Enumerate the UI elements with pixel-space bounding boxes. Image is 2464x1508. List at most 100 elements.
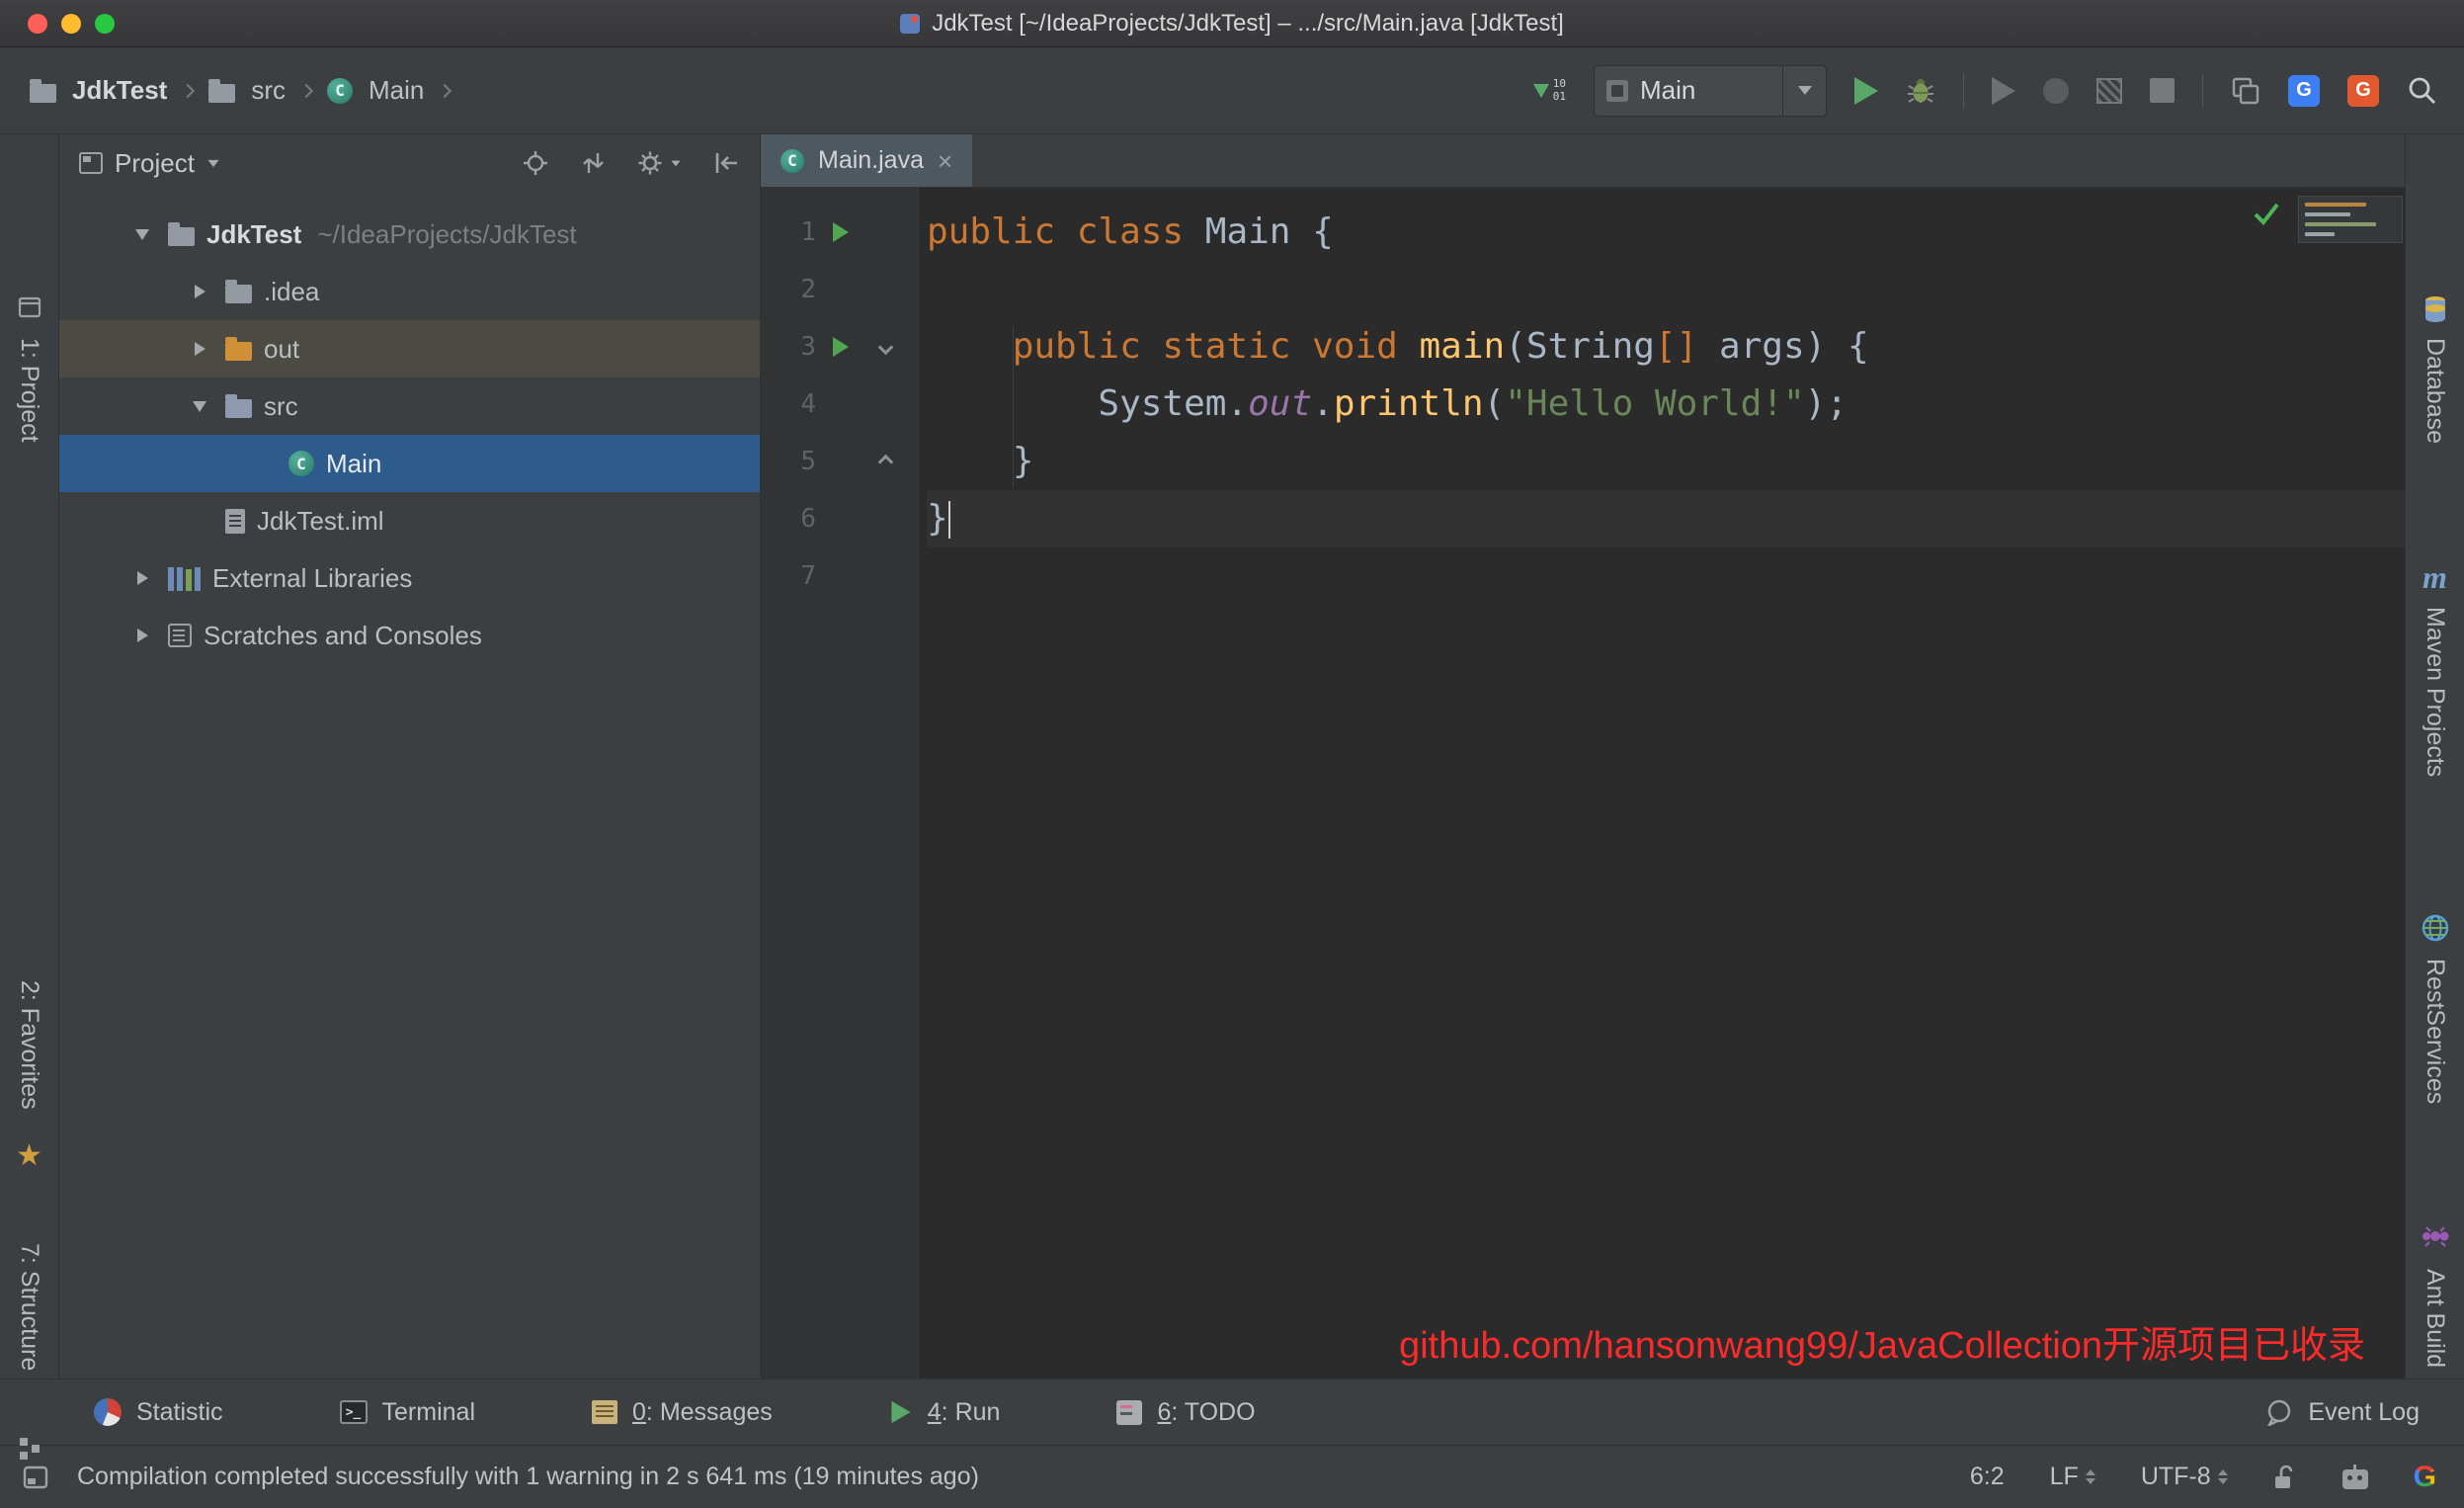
main-area: 1: Project 2: Favorites 7: Structure Pro… [0, 134, 2464, 1379]
settings-gear-icon[interactable] [636, 149, 664, 177]
statistic-plugin-icon[interactable] [1533, 78, 1566, 102]
star-icon [16, 1138, 42, 1173]
toolwindow-button-restservices[interactable]: RestServices [2421, 959, 2449, 1104]
run-configuration-select[interactable]: Main [1594, 65, 1827, 117]
code-editor[interactable]: public class Main { public static void m… [919, 188, 2405, 1379]
todo-icon [1116, 1400, 1142, 1425]
debug-icon[interactable] [1906, 76, 1935, 106]
google-translate-status-icon[interactable] [2414, 1461, 2436, 1494]
updown-icon [2218, 1469, 2228, 1484]
code-line[interactable]: System.out.println("Hello World!"); [927, 376, 2405, 433]
chevron-right-icon[interactable] [137, 628, 148, 642]
run-config-dropdown[interactable] [1782, 66, 1826, 116]
line-separator-widget[interactable]: LF [2050, 1463, 2095, 1491]
code-line[interactable]: } [927, 433, 2405, 490]
translate-plugin-icon[interactable] [2288, 75, 2320, 107]
watermark-text: github.com/hansonwang99/JavaCollection开源… [1399, 1314, 2365, 1369]
tree-item-external-libraries[interactable]: External Libraries [59, 549, 760, 607]
line-number: 5 [761, 447, 816, 476]
profiler-button[interactable] [2043, 78, 2069, 104]
editor-gutter: 1 2 3 4 5 6 7 [761, 188, 919, 1379]
toolwindow-button-database[interactable]: Database [2421, 338, 2449, 444]
toolwindow-button-structure[interactable]: 7: Structure [15, 1243, 43, 1371]
toolwindow-toggle-icon[interactable] [22, 1464, 49, 1491]
editor-area: Main.java × 1 2 3 4 5 6 7 public class M… [761, 134, 2405, 1379]
code-minimap[interactable] [2298, 196, 2403, 243]
messages-icon [592, 1400, 617, 1424]
unlock-icon[interactable] [2273, 1464, 2297, 1491]
code-line[interactable] [927, 547, 2405, 605]
hide-panel-icon[interactable] [712, 149, 740, 177]
editor-tab-main-java[interactable]: Main.java × [761, 134, 972, 187]
coverage-button[interactable] [2096, 78, 2122, 104]
tree-item-scratches[interactable]: Scratches and Consoles [59, 607, 760, 664]
fold-marker-icon[interactable] [877, 339, 893, 355]
toolwindow-button-project[interactable]: 1: Project [15, 338, 43, 443]
code-line[interactable]: public class Main { [927, 204, 2405, 261]
toolwindow-button-todo[interactable]: 6: TODO [1116, 1398, 1255, 1427]
project-toolwindow-icon [17, 294, 42, 320]
maven-icon [2423, 559, 2447, 596]
scratches-icon [168, 624, 192, 647]
fold-marker-icon[interactable] [877, 454, 893, 469]
tree-item-main-class[interactable]: Main [59, 435, 760, 492]
expand-collapse-icon[interactable] [579, 149, 607, 177]
code-line[interactable]: public static void main(String[] args) { [927, 318, 2405, 376]
breadcrumb-project[interactable]: JdkTest [72, 75, 167, 106]
toolwindow-button-run[interactable]: 4: Run [889, 1398, 1001, 1427]
zoom-window-button[interactable] [95, 14, 115, 34]
run-disabled-button[interactable] [1992, 77, 2015, 105]
toolwindow-button-maven[interactable]: Maven Projects [2421, 607, 2449, 777]
tree-item-iml-file[interactable]: JdkTest.iml [59, 492, 760, 549]
run-line-marker-icon[interactable] [833, 222, 849, 242]
run-button[interactable] [1854, 77, 1878, 105]
line-number: 7 [761, 561, 816, 591]
restore-layout-icon[interactable] [2231, 76, 2260, 106]
titlebar: JdkTest [~/IdeaProjects/JdkTest] – .../s… [0, 0, 2464, 47]
tree-item-idea[interactable]: .idea [59, 263, 760, 320]
folder-icon [168, 227, 195, 246]
encoding-widget[interactable]: UTF-8 [2141, 1463, 2228, 1491]
plugin-robot-icon[interactable] [2342, 1469, 2368, 1489]
close-tab-icon[interactable]: × [938, 148, 952, 174]
tree-item-out[interactable]: out [59, 320, 760, 377]
event-log-button[interactable]: Event Log [2265, 1398, 2420, 1427]
close-window-button[interactable] [28, 14, 47, 34]
chevron-right-icon[interactable] [195, 342, 205, 356]
status-bar: Compilation completed successfully with … [0, 1445, 2464, 1508]
locate-file-icon[interactable] [522, 149, 549, 177]
search-everywhere-icon[interactable] [2407, 75, 2438, 107]
ant-icon [2421, 1225, 2450, 1247]
window-title-text: JdkTest [~/IdeaProjects/JdkTest] – .../s… [932, 10, 1564, 38]
toolwindow-button-messages[interactable]: 0: Messages [592, 1398, 773, 1427]
chevron-down-icon[interactable] [135, 229, 149, 240]
chevron-down-icon[interactable] [207, 159, 218, 166]
line-number: 4 [761, 389, 816, 419]
toolwindow-button-terminal[interactable]: Terminal [340, 1398, 475, 1427]
toolwindow-button-statistic[interactable]: Statistic [94, 1398, 223, 1427]
updown-icon [2086, 1469, 2095, 1484]
minimize-window-button[interactable] [61, 14, 81, 34]
code-line-caret[interactable]: } [927, 490, 2405, 547]
chevron-right-icon[interactable] [195, 285, 205, 298]
inspections-ok-icon[interactable] [2253, 202, 2280, 225]
main-toolbar: JdkTest src Main Main [0, 47, 2464, 134]
run-line-marker-icon[interactable] [833, 337, 849, 357]
database-icon [2423, 294, 2448, 324]
toolwindow-button-favorites[interactable]: 2: Favorites [15, 980, 43, 1110]
breadcrumb-src[interactable]: src [251, 75, 286, 106]
toolbar-separator [1963, 73, 1964, 109]
tree-item-src[interactable]: src [59, 377, 760, 435]
breadcrumb-main[interactable]: Main [369, 75, 424, 106]
tree-item-project-root[interactable]: JdkTest ~/IdeaProjects/JdkTest [59, 206, 760, 263]
output-folder-icon [225, 342, 252, 361]
caret-position-widget[interactable]: 6:2 [1970, 1463, 2005, 1491]
project-panel-title[interactable]: Project [115, 148, 195, 179]
chevron-down-icon[interactable] [193, 401, 206, 412]
toolwindow-button-ant[interactable]: Ant Build [2421, 1269, 2449, 1368]
google-search-plugin-icon[interactable] [2347, 75, 2379, 107]
chevron-right-icon[interactable] [137, 571, 148, 585]
code-line[interactable] [927, 261, 2405, 318]
stop-button[interactable] [2150, 78, 2175, 103]
window-controls [28, 0, 115, 46]
